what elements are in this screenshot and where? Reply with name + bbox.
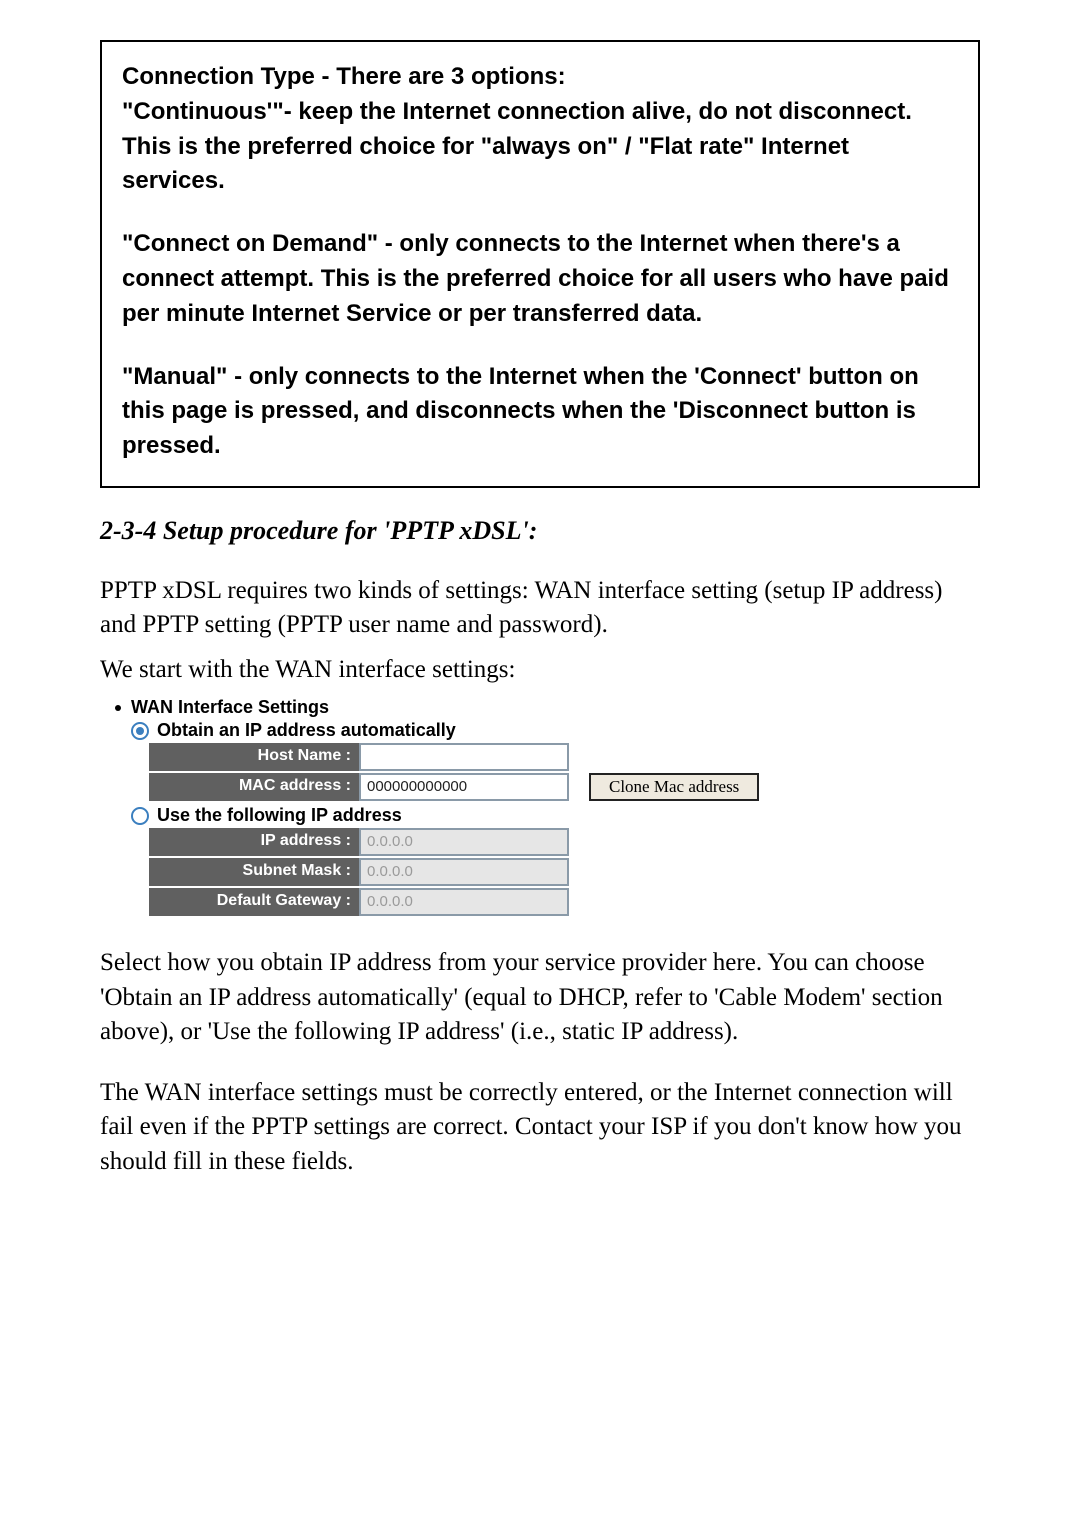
wan-settings-panel: WAN Interface Settings Obtain an IP addr… bbox=[115, 697, 980, 916]
info-box: Connection Type - There are 3 options: "… bbox=[100, 40, 980, 488]
label-mac-address: MAC address : bbox=[149, 773, 359, 801]
bullet-icon bbox=[115, 705, 121, 711]
row-default-gateway: Default Gateway : 0.0.0.0 bbox=[149, 888, 980, 916]
label-default-gateway: Default Gateway : bbox=[149, 888, 359, 916]
radio-static-label: Use the following IP address bbox=[157, 805, 402, 826]
radio-row-auto[interactable]: Obtain an IP address automatically bbox=[131, 720, 980, 741]
box-line-continuous: "Continuous'"- keep the Internet connect… bbox=[122, 98, 912, 195]
radio-auto-label: Obtain an IP address automatically bbox=[157, 720, 456, 741]
input-subnet-mask[interactable]: 0.0.0.0 bbox=[359, 858, 569, 886]
row-host-name: Host Name : bbox=[149, 743, 980, 771]
box-paragraph-1: Connection Type - There are 3 options: "… bbox=[122, 60, 958, 199]
box-line-conn-type: Connection Type - There are 3 options: bbox=[122, 63, 566, 90]
radio-auto[interactable] bbox=[131, 722, 149, 740]
clone-mac-button[interactable]: Clone Mac address bbox=[589, 773, 759, 801]
after-paragraph-2: The WAN interface settings must be corre… bbox=[100, 1076, 980, 1180]
input-ip-address[interactable]: 0.0.0.0 bbox=[359, 828, 569, 856]
radio-static[interactable] bbox=[131, 807, 149, 825]
box-paragraph-manual: "Manual" - only connects to the Internet… bbox=[122, 360, 958, 464]
input-default-gateway[interactable]: 0.0.0.0 bbox=[359, 888, 569, 916]
label-ip-address: IP address : bbox=[149, 828, 359, 856]
input-host-name[interactable] bbox=[359, 743, 569, 771]
row-ip-address: IP address : 0.0.0.0 bbox=[149, 828, 980, 856]
intro-paragraph-2: We start with the WAN interface settings… bbox=[100, 653, 980, 688]
section-heading: 2-3-4 Setup procedure for 'PPTP xDSL': bbox=[100, 516, 980, 546]
radio-row-static[interactable]: Use the following IP address bbox=[131, 805, 980, 826]
label-host-name: Host Name : bbox=[149, 743, 359, 771]
row-subnet-mask: Subnet Mask : 0.0.0.0 bbox=[149, 858, 980, 886]
box-paragraph-demand: "Connect on Demand" - only connects to t… bbox=[122, 227, 958, 331]
after-paragraph-1: Select how you obtain IP address from yo… bbox=[100, 946, 980, 1050]
label-subnet-mask: Subnet Mask : bbox=[149, 858, 359, 886]
row-mac-address: MAC address : 000000000000 Clone Mac add… bbox=[149, 773, 980, 801]
intro-paragraph-1: PPTP xDSL requires two kinds of settings… bbox=[100, 574, 980, 643]
wan-title: WAN Interface Settings bbox=[131, 697, 329, 718]
input-mac-address[interactable]: 000000000000 bbox=[359, 773, 569, 801]
